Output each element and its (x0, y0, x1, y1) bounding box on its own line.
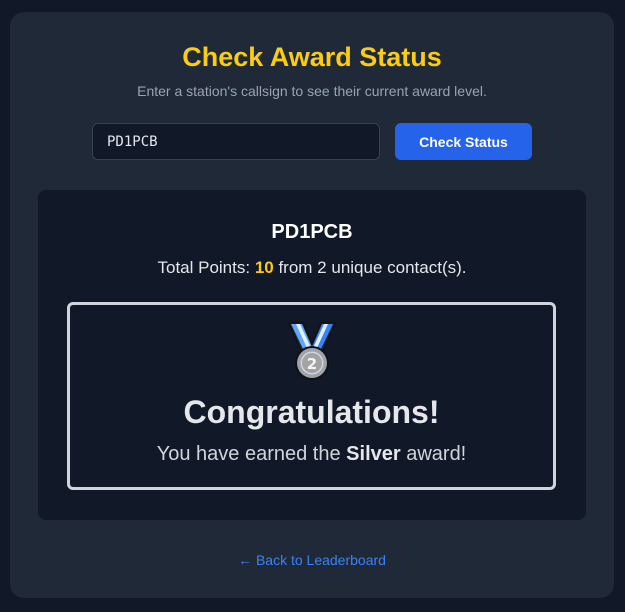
back-to-leaderboard-link[interactable]: ← Back to Leaderboard (10, 551, 614, 569)
award-box: 2 Congratulations! You have earned the S… (67, 302, 556, 490)
award-level: Silver (346, 443, 401, 465)
points-summary: Total Points: 10 from 2 unique contact(s… (38, 257, 586, 279)
medal-number: 2 (306, 355, 316, 373)
award-message-prefix: You have earned the (156, 443, 347, 465)
award-message-suffix: award! (400, 443, 467, 465)
award-status-card: Check Award Status Enter a station's cal… (10, 12, 614, 598)
award-message: You have earned the Silver award! (70, 441, 553, 467)
points-prefix: Total Points: (157, 258, 255, 277)
page-subtitle: Enter a station's callsign to see their … (137, 83, 487, 99)
check-status-button[interactable]: Check Status (395, 123, 532, 160)
result-panel: PD1PCB Total Points: 10 from 2 unique co… (38, 190, 586, 520)
page-title: Check Award Status (182, 42, 442, 72)
points-value: 10 (254, 258, 274, 277)
result-callsign: PD1PCB (271, 221, 353, 243)
congratulations-heading: Congratulations! (183, 394, 440, 430)
second-place-medal-icon: 2 (287, 322, 336, 380)
callsign-input[interactable] (92, 123, 380, 160)
points-suffix: from 2 unique contact(s). (273, 258, 467, 277)
